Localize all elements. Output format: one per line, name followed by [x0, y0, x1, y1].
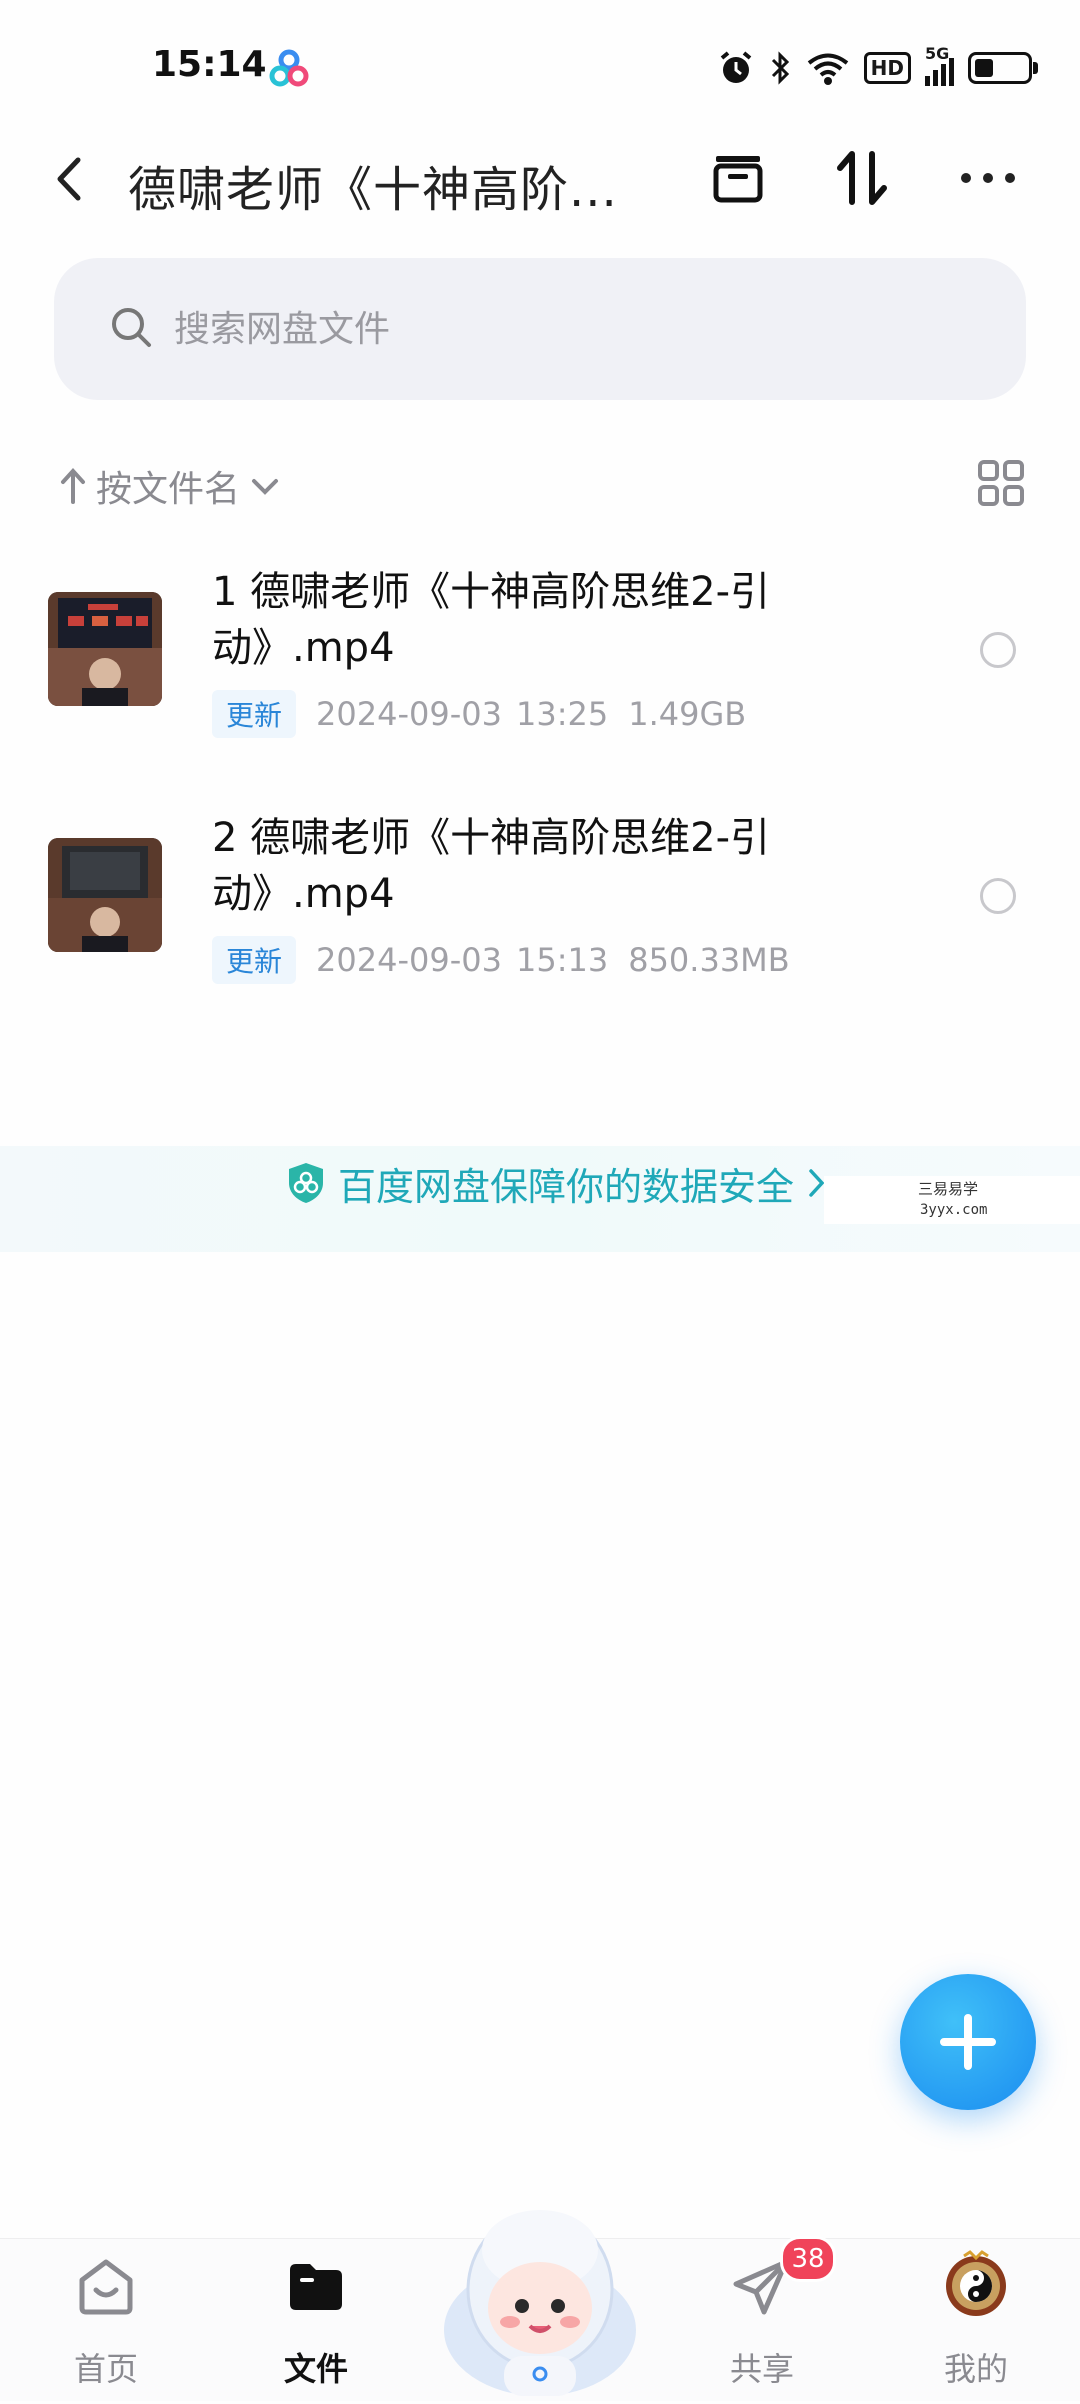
battery-icon [968, 52, 1038, 84]
chevron-down-icon [252, 479, 279, 495]
nav-label: 共享 [729, 2350, 794, 2388]
more-options-icon[interactable] [956, 146, 1020, 210]
home-icon [79, 2259, 133, 2315]
hd-badge: HD [863, 52, 911, 84]
video-thumbnail [48, 592, 162, 706]
baidu-netdisk-logo-icon [269, 49, 309, 87]
security-banner-text: 百度网盘保障你的数据安全 [338, 1164, 795, 1209]
wifi-icon [807, 53, 848, 85]
watermark-text: 三易易学 [918, 1180, 979, 1198]
arrow-up-icon [61, 468, 85, 504]
nav-label: 首页 [73, 2350, 138, 2388]
select-radio[interactable] [980, 878, 1016, 914]
file-time: 15:13 [515, 941, 609, 979]
file-name: 2 德啸老师《十神高阶思维2-引动》.mp4 [212, 815, 771, 917]
file-meta: 更新 2024-09-03 15:13 850.33MB [212, 936, 790, 984]
sort-selector[interactable]: 按文件名 [58, 460, 282, 512]
sort-label: 按文件名 [96, 469, 241, 510]
nav-files[interactable]: 文件 [236, 2252, 396, 2392]
file-date: 2024-09-03 [316, 941, 502, 979]
back-arrow-icon[interactable] [52, 154, 88, 204]
file-meta: 更新 2024-09-03 13:25 1.49GB [212, 690, 746, 738]
sort-order-icon[interactable] [832, 146, 896, 210]
status-icons: HD 5G [718, 44, 1038, 90]
network-type: 5G [925, 44, 950, 63]
select-radio[interactable] [980, 632, 1016, 668]
signal-icon: 5G [925, 44, 954, 86]
file-size: 850.33MB [628, 941, 790, 979]
plus-icon [940, 2014, 996, 2070]
nav-home[interactable]: 首页 [26, 2252, 186, 2392]
search-input[interactable] [174, 306, 934, 352]
status-time: 15:14 [152, 44, 267, 85]
bluetooth-icon [771, 51, 789, 85]
mascot-button[interactable] [430, 2180, 650, 2400]
page-title: 德啸老师《十神高阶... [128, 162, 618, 218]
shield-icon [289, 1163, 323, 1203]
mascot-avatar-icon [444, 2210, 636, 2396]
nav-label: 我的 [943, 2350, 1008, 2388]
watermark-url: 3yyx.com [920, 1202, 988, 1218]
nav-label: 文件 [283, 2350, 348, 2388]
update-badge: 更新 [212, 936, 297, 984]
update-badge: 更新 [212, 690, 297, 738]
nav-profile[interactable]: 我的 [896, 2250, 1056, 2392]
add-button[interactable] [900, 1974, 1036, 2110]
notification-badge: 38 [780, 2236, 836, 2282]
file-name: 1 德啸老师《十神高阶思维2-引动》.mp4 [212, 569, 771, 671]
file-date: 2024-09-03 [316, 695, 502, 733]
search-icon [112, 308, 151, 347]
security-banner-content[interactable]: 百度网盘保障你的数据安全 [286, 1148, 828, 1218]
avatar [946, 2250, 1006, 2316]
file-time: 13:25 [515, 695, 609, 733]
file-size: 1.49GB [628, 695, 747, 733]
grid-view-icon[interactable] [976, 458, 1026, 508]
archive-box-icon[interactable] [706, 146, 770, 210]
alarm-icon [720, 51, 751, 83]
video-thumbnail [48, 838, 162, 952]
folder-icon [290, 2264, 342, 2310]
